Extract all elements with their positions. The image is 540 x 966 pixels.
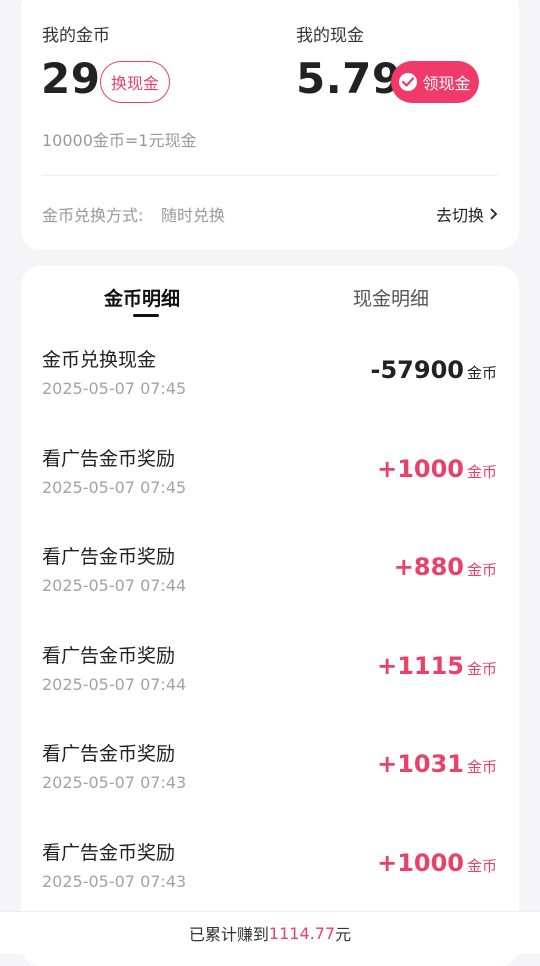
exchange-method-value: 随时兑换 bbox=[161, 206, 226, 225]
record-amount-unit: 金币 bbox=[466, 364, 497, 382]
record-amount: +1115 金币 bbox=[377, 652, 497, 680]
total-earned-bar: 已累计赚到 1114.77 元 bbox=[0, 911, 540, 954]
record-time: 2025-05-07 07:44 bbox=[42, 675, 187, 694]
record-amount: +1000 金币 bbox=[377, 455, 497, 483]
record-title: 看广告金币奖励 bbox=[42, 645, 176, 667]
exchange-rate-text: 10000金币=1元现金 bbox=[42, 131, 197, 150]
coins-label: 我的金币 bbox=[42, 26, 110, 46]
record-title: 看广告金币奖励 bbox=[42, 448, 176, 470]
divider bbox=[42, 175, 498, 176]
record-row[interactable]: 看广告金币奖励 2025-05-07 07:43 +1031 金币 bbox=[21, 739, 519, 837]
switch-method-label: 去切换 bbox=[435, 206, 484, 225]
record-time: 2025-05-07 07:43 bbox=[42, 872, 187, 891]
tab-cash-details[interactable]: 现金明细 bbox=[353, 284, 429, 311]
withdraw-cash-button[interactable]: 领现金 bbox=[391, 61, 479, 103]
total-earned-suffix: 元 bbox=[335, 925, 352, 944]
cash-value: 5.79 bbox=[296, 54, 402, 103]
record-title: 看广告金币奖励 bbox=[42, 546, 176, 568]
record-row[interactable]: 看广告金币奖励 2025-05-07 07:44 +1115 金币 bbox=[21, 641, 519, 739]
record-title: 看广告金币奖励 bbox=[42, 842, 176, 864]
record-time: 2025-05-07 07:43 bbox=[42, 773, 187, 792]
exchange-cash-label: 换现金 bbox=[110, 74, 159, 93]
record-amount-value: +1000 bbox=[377, 849, 464, 877]
record-amount-unit: 金币 bbox=[466, 660, 497, 678]
record-amount: +1000 金币 bbox=[377, 849, 497, 877]
cash-label: 我的现金 bbox=[296, 26, 364, 46]
record-amount-value: +1000 bbox=[377, 455, 464, 483]
record-amount-value: +1115 bbox=[377, 652, 464, 680]
record-amount-value: +880 bbox=[393, 553, 464, 581]
withdraw-cash-label: 领现金 bbox=[422, 74, 471, 93]
record-amount-value: -57900 bbox=[370, 356, 464, 384]
active-tab-indicator bbox=[133, 314, 159, 317]
record-title: 金币兑换现金 bbox=[42, 349, 157, 371]
record-amount-unit: 金币 bbox=[466, 463, 497, 481]
total-earned-prefix: 已累计赚到 bbox=[188, 925, 269, 944]
total-earned-amount: 1114.77 bbox=[268, 923, 336, 943]
record-row[interactable]: 看广告金币奖励 2025-05-07 07:45 +1000 金币 bbox=[21, 444, 519, 542]
record-amount: -57900 金币 bbox=[371, 356, 497, 384]
wallet-summary-card: 我的金币 29 换现金 我的现金 5.79 领现金 10000金币=1元现金 金… bbox=[21, 0, 519, 250]
exchange-cash-button[interactable]: 换现金 bbox=[100, 61, 170, 103]
record-amount-value: +1031 bbox=[377, 750, 464, 778]
record-title: 看广告金币奖励 bbox=[42, 743, 176, 765]
record-amount: +1031 金币 bbox=[377, 750, 497, 778]
record-time: 2025-05-07 07:45 bbox=[42, 379, 187, 398]
record-amount: +880 金币 bbox=[394, 553, 497, 581]
record-amount-unit: 金币 bbox=[466, 758, 497, 776]
record-time: 2025-05-07 07:44 bbox=[42, 576, 187, 595]
coins-value: 29 bbox=[41, 54, 101, 103]
tab-coin-details[interactable]: 金币明细 bbox=[104, 284, 180, 311]
wechat-icon bbox=[399, 73, 418, 91]
record-row[interactable]: 金币兑换现金 2025-05-07 07:45 -57900 金币 bbox=[21, 345, 519, 443]
record-amount-unit: 金币 bbox=[466, 857, 497, 875]
record-row[interactable]: 看广告金币奖励 2025-05-07 07:44 +880 金币 bbox=[21, 542, 519, 640]
exchange-method-label: 金币兑换方式: bbox=[42, 206, 144, 225]
record-amount-unit: 金币 bbox=[466, 561, 497, 579]
chevron-right-icon bbox=[490, 205, 498, 224]
record-time: 2025-05-07 07:45 bbox=[42, 478, 187, 497]
records-card: 金币明细 现金明细 金币兑换现金 2025-05-07 07:45 -57900… bbox=[21, 266, 519, 966]
switch-method-link[interactable]: 去切换 bbox=[436, 202, 498, 226]
